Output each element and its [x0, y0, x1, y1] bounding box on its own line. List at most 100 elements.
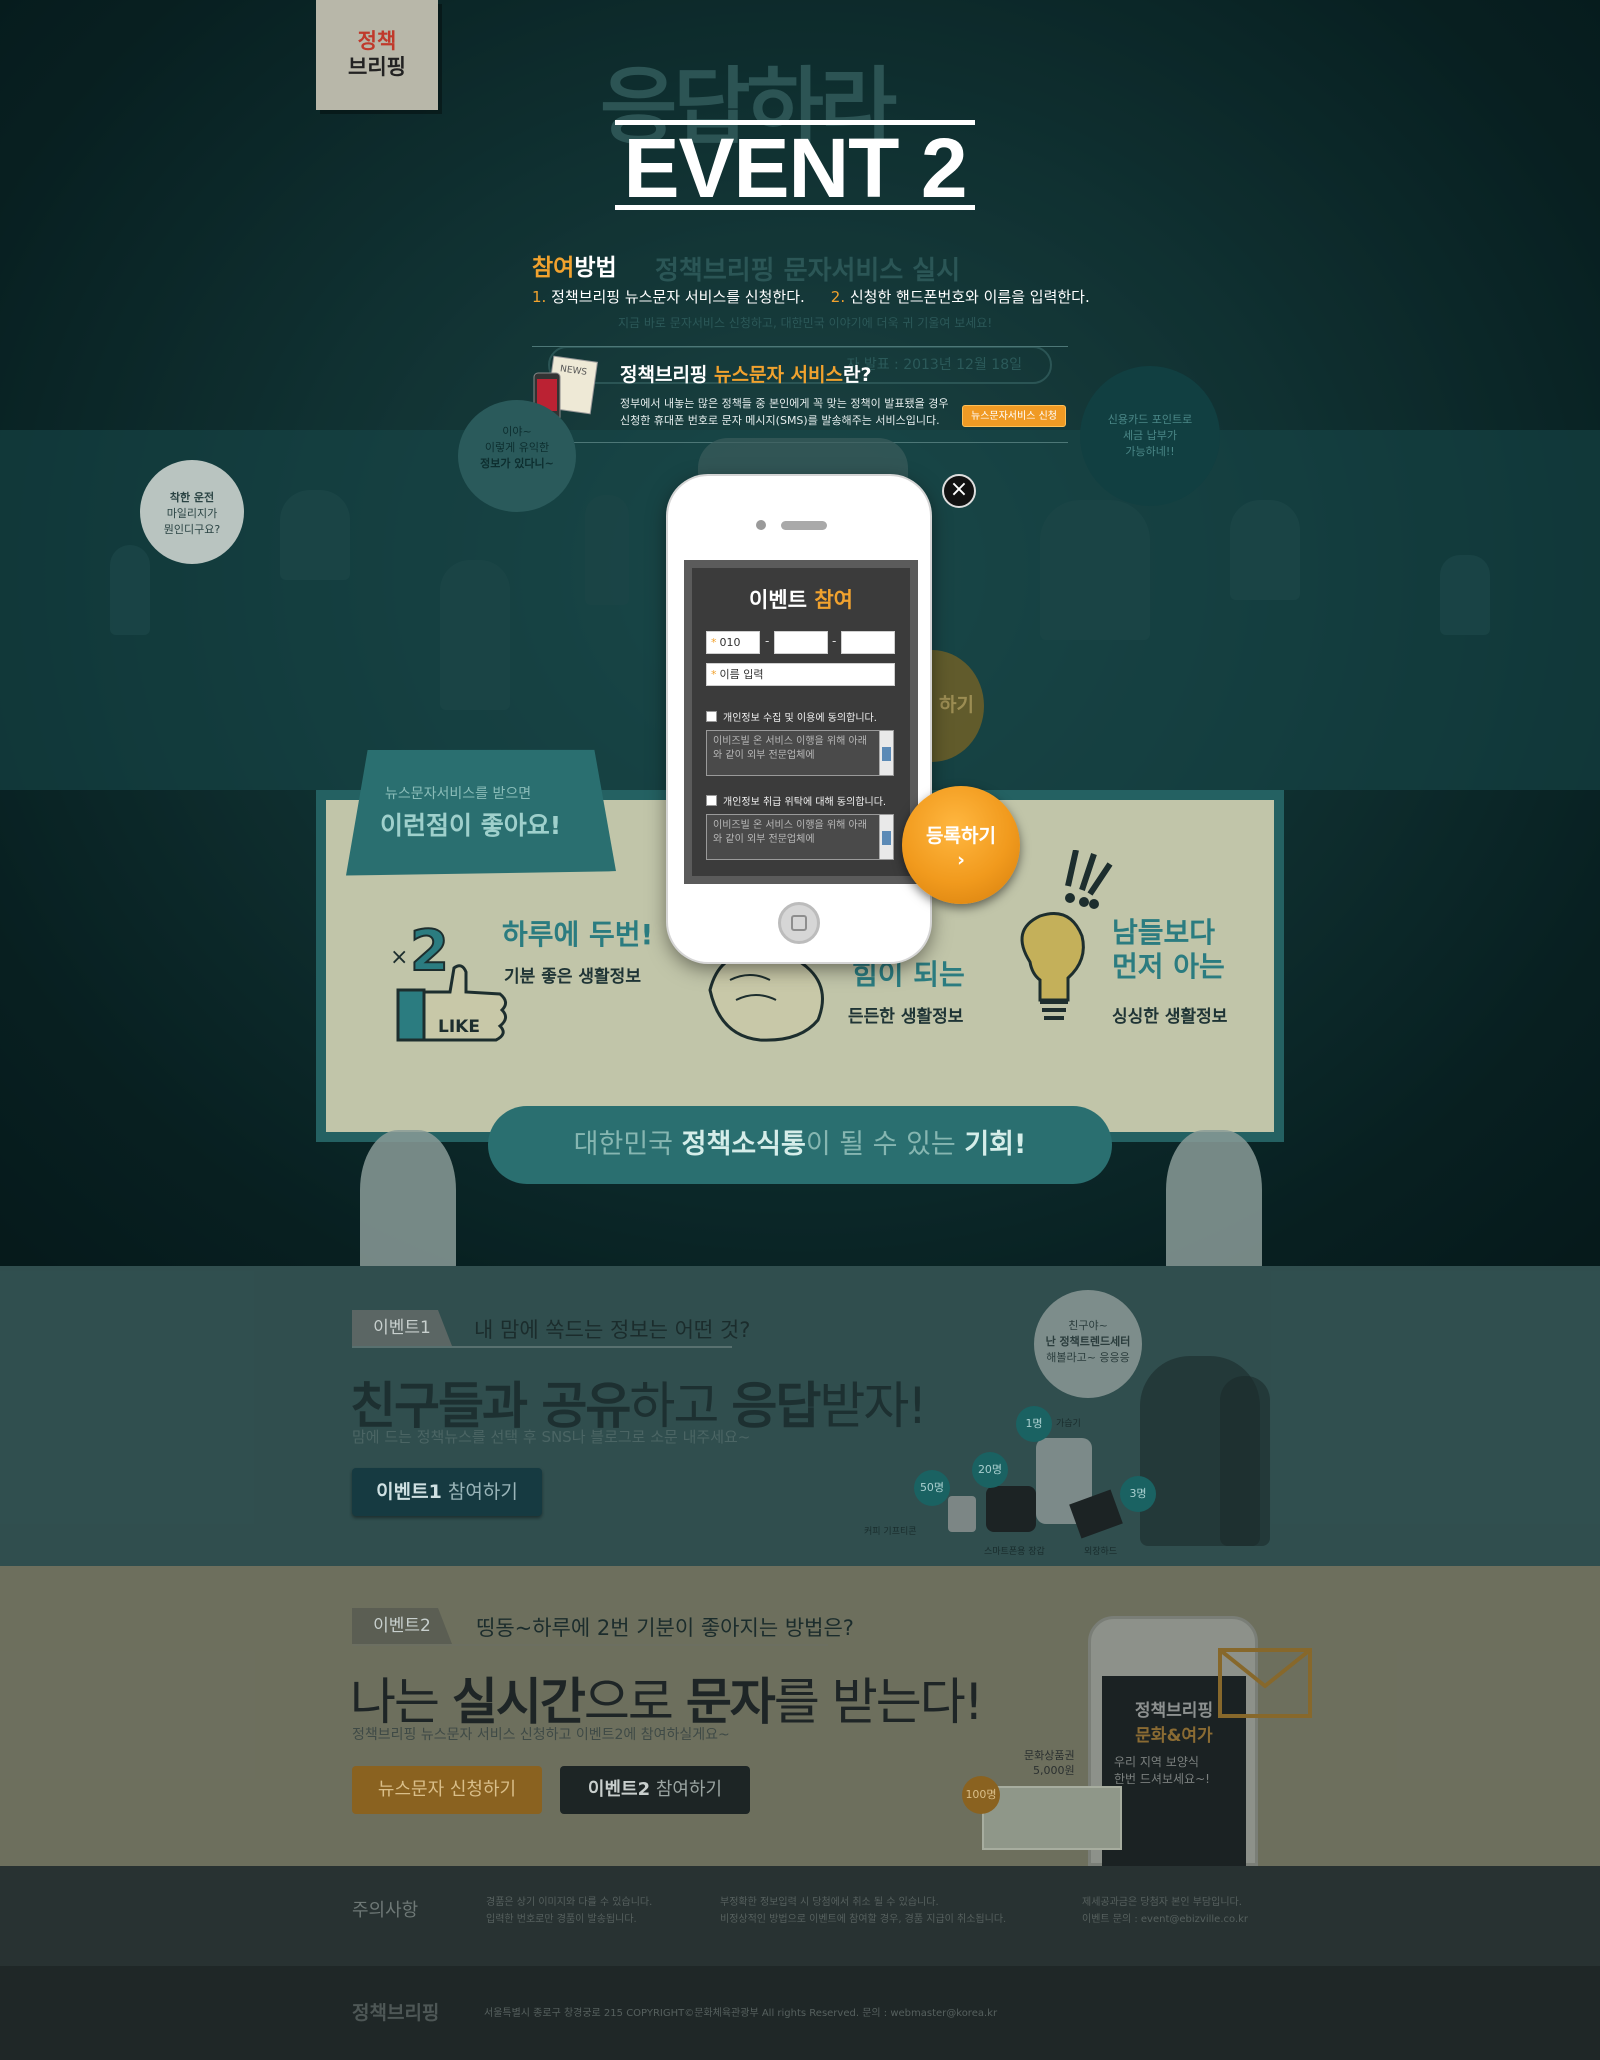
- bubble-line: 신용카드 포인트로: [1107, 413, 1193, 426]
- prize-count-badge: 3명: [1120, 1476, 1156, 1512]
- tag-underline: [352, 1346, 732, 1348]
- news-service-apply-button[interactable]: 뉴스문자서비스 신청: [962, 405, 1066, 427]
- privacy-collect-agree[interactable]: 개인정보 수집 및 이용에 동의합니다.: [706, 709, 877, 724]
- divider: [532, 346, 1068, 347]
- privacy-outsource-agree[interactable]: 개인정보 취급 위탁에 대해 동의합니다.: [706, 793, 886, 808]
- ribbon-title: 이런점이 좋아요!: [380, 811, 562, 840]
- benefit-subtitle: 든든한 생활정보: [848, 1007, 964, 1027]
- phone-last-input[interactable]: [841, 631, 895, 654]
- chevron-right-icon: ›: [957, 849, 965, 871]
- bubble-line: 착한 운전: [169, 491, 215, 504]
- title-hl: 참여: [814, 588, 853, 612]
- event2-join-button[interactable]: 이벤트2 참여하기: [560, 1766, 750, 1814]
- agree-checkbox[interactable]: [706, 795, 717, 806]
- step-text: 신청한 핸드폰번호와 이름을 입력한다.: [849, 288, 1090, 306]
- notice-line: 제세공과금은 당첨자 본인 부담입니다.: [1082, 1897, 1242, 1908]
- close-icon[interactable]: ×: [942, 474, 976, 508]
- news-title-hl: 뉴스문자 서비스: [714, 364, 843, 386]
- terms-scrollbar[interactable]: [879, 731, 893, 775]
- prize-count-badge: 20명: [972, 1452, 1008, 1488]
- step-number: 1.: [532, 288, 547, 306]
- ribbon-subtitle: 뉴스문자서비스를 받으면: [385, 786, 532, 802]
- news-title-a: 정책브리핑: [620, 364, 715, 386]
- gift-card-label: 문화상품권 5,000원: [1024, 1748, 1075, 1778]
- chance-c: 이 될 수 있는: [805, 1129, 965, 1160]
- notice-column: 경품은 상기 이미지와 다를 수 있습니다. 입력한 번호로만 경품이 발송됩니…: [486, 1894, 652, 1928]
- phone-prefix-value: 010: [719, 636, 741, 649]
- name-input[interactable]: * 이름 입력: [706, 663, 895, 686]
- bubble-line: 가능하네!!: [1125, 445, 1175, 458]
- benefit-subtitle: 기분 좋은 생활정보: [504, 967, 641, 987]
- scrollbar-thumb[interactable]: [882, 831, 891, 845]
- phone-middle-input[interactable]: [774, 631, 828, 654]
- notice-line: 입력한 번호로만 경품이 발송됩니다.: [486, 1914, 637, 1925]
- scrollbar-thumb[interactable]: [882, 747, 891, 761]
- step-item: 2. 신청한 핸드폰번호와 이름을 입력한다.: [831, 286, 1090, 307]
- tag-underline: [352, 1644, 828, 1646]
- phone-screen-message: 우리 지역 보양식 한번 드셔보세요~!: [1114, 1755, 1210, 1786]
- person-silhouette: [1040, 500, 1150, 640]
- svg-text:×: ×: [390, 945, 408, 970]
- bubble-line: 이야~: [502, 425, 532, 438]
- benefit-title: 남들보다 먼저 아는: [1112, 916, 1225, 984]
- prize-count-badge: 1명: [1016, 1406, 1052, 1442]
- phone-speaker: [781, 521, 827, 530]
- service-title: 정책브리핑 문자서비스 실시: [655, 256, 961, 286]
- news-sms-apply-button[interactable]: 뉴스문자 신청하기: [352, 1766, 542, 1814]
- phone-dash: -: [765, 634, 770, 648]
- news-desc-line: 정부에서 내놓는 많은 정책들 중 본인에게 꼭 맞는 정책이 발표됐을 경우: [620, 397, 949, 410]
- bubble-line: 해볼라고~ 응응응: [1046, 1351, 1130, 1364]
- person-silhouette: [1440, 555, 1490, 635]
- event1-join-button[interactable]: 이벤트1 참여하기: [352, 1468, 542, 1516]
- agree-checkbox[interactable]: [706, 711, 717, 722]
- gift-card-name: 문화상품권: [1024, 1749, 1075, 1762]
- head-bold: 실시간: [451, 1673, 586, 1731]
- btn-text: 참여하기: [650, 1779, 723, 1800]
- notice-title: 주의사항: [352, 1900, 419, 1921]
- prize-label: 외장하드: [1084, 1547, 1118, 1557]
- chance-a: 대한민국: [573, 1129, 682, 1160]
- agree-label: 개인정보 수집 및 이용에 동의합니다.: [723, 713, 877, 724]
- event2-tagline: 띵동~하루에 2번 기분이 좋아지는 방법은?: [476, 1616, 854, 1640]
- event2-tag: 이벤트2: [352, 1608, 452, 1644]
- site-logo[interactable]: 정책 브리핑: [316, 0, 438, 110]
- event-title: EVENT 2: [615, 120, 975, 211]
- head-bold: 문자: [685, 1673, 776, 1731]
- person-silhouette: [280, 490, 350, 580]
- head-normal: 를 받는다!: [773, 1673, 984, 1731]
- coffee-prize: [948, 1496, 976, 1532]
- phone-prefix-input[interactable]: * 010: [706, 631, 760, 654]
- terms-scrollbar[interactable]: [879, 815, 893, 859]
- benefit-title: 힘이 되는: [852, 958, 965, 991]
- prize-label: 스마트폰용 장갑: [984, 1547, 1045, 1557]
- entry-form-title: 이벤트 참여: [684, 584, 918, 614]
- required-mark-icon: *: [711, 636, 717, 649]
- notice-line: 비정상적인 방법으로 이벤트에 참여할 경우, 경품 지급이 취소됩니다.: [720, 1914, 1007, 1925]
- benefit-title-line: 먼저 아는: [1112, 950, 1225, 983]
- agree-label: 개인정보 취급 위탁에 대해 동의합니다.: [723, 797, 887, 808]
- phone-screen-title: 정책브리핑: [1134, 1701, 1214, 1721]
- bubble-line: 친구야~: [1068, 1319, 1108, 1332]
- friends-silhouette: [1220, 1376, 1270, 1546]
- steps-list: 1. 정책브리핑 뉴스문자 서비스를 신청한다. 2. 신청한 핸드폰번호와 이…: [532, 286, 1090, 307]
- gift-card-image: [982, 1786, 1122, 1850]
- home-square-icon: [791, 915, 807, 931]
- benefit-title: 하루에 두번!: [502, 918, 654, 951]
- title-a: 이벤트: [749, 588, 815, 612]
- privacy-collect-terms[interactable]: 이비즈빌 온 서비스 이행을 위해 아래와 같이 외부 전문업체에: [706, 730, 894, 776]
- step-text: 정책브리핑 뉴스문자 서비스를 신청한다.: [551, 288, 805, 306]
- chance-b: 정책소식통: [681, 1129, 806, 1160]
- news-service-title: 정책브리핑 뉴스문자 서비스란?: [620, 360, 872, 387]
- event1-description: 맘에 드는 정책뉴스를 선택 후 SNS나 블로그로 소문 내주세요~: [352, 1428, 751, 1446]
- envelope-icon: [1218, 1648, 1312, 1718]
- bubble-line: 마일리지가: [166, 507, 218, 520]
- bubble-line: 세금 납부가: [1122, 429, 1178, 442]
- required-mark-icon: *: [711, 668, 717, 681]
- speech-bubble: 신용카드 포인트로 세금 납부가 가능하네!!: [1080, 366, 1220, 506]
- bubble-line: 뭔인디구요?: [163, 523, 221, 536]
- btn-text: 참여하기: [441, 1481, 518, 1503]
- prize-label: 커피 기프티콘: [864, 1527, 917, 1537]
- register-button[interactable]: 등록하기 ›: [902, 786, 1020, 904]
- news-service-description: 정부에서 내놓는 많은 정책들 중 본인에게 꼭 맞는 정책이 발표됐을 경우 …: [620, 395, 948, 429]
- privacy-outsource-terms[interactable]: 이비즈빌 온 서비스 이행을 위해 아래와 같이 외부 전문업체에: [706, 814, 894, 860]
